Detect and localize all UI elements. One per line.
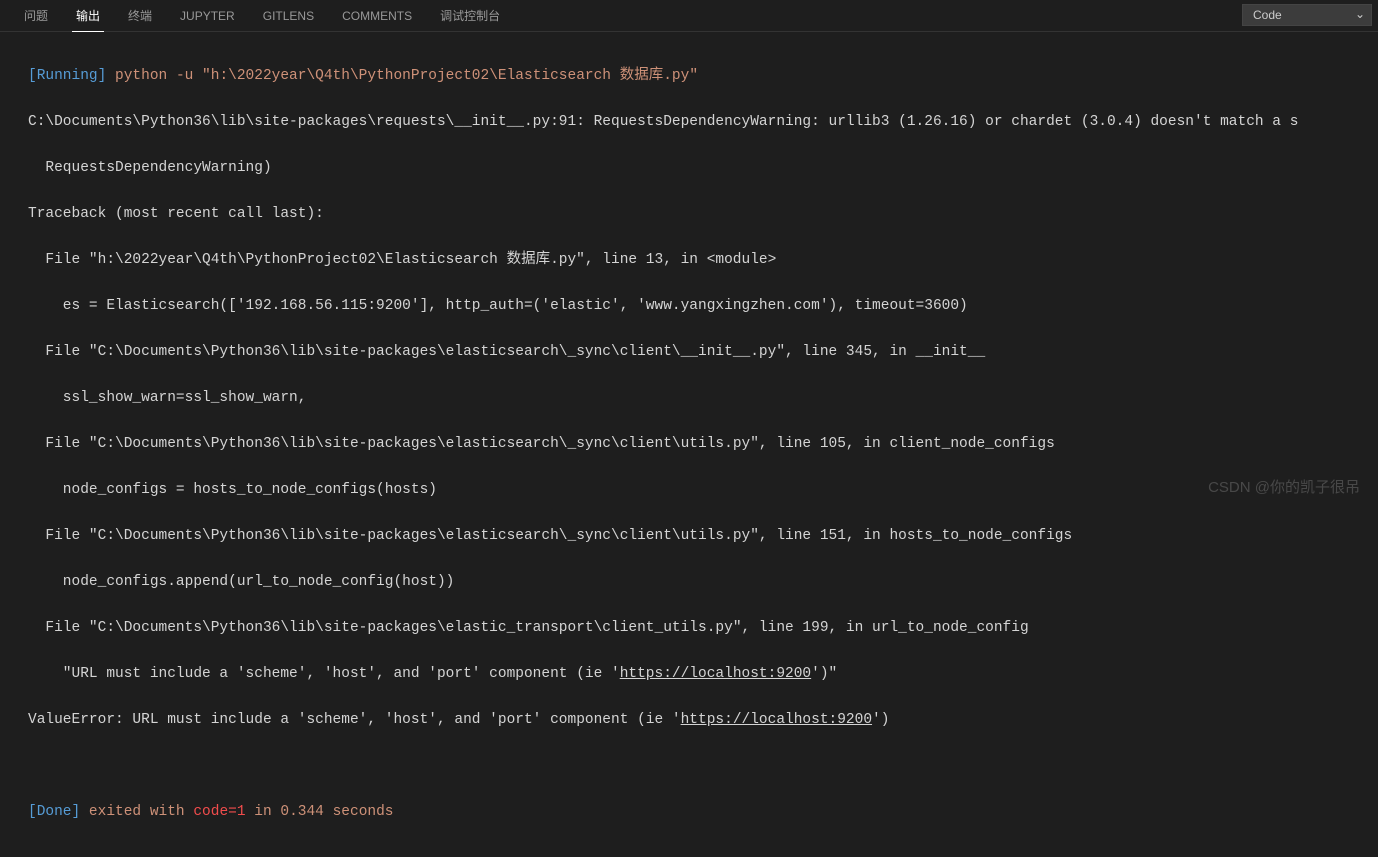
panel-tabs: 问题 输出 终端 JUPYTER GITLENS COMMENTS 调试控制台 … <box>0 0 1378 32</box>
done-text: exited with <box>80 804 193 820</box>
done-time: 0.344 seconds <box>280 804 393 820</box>
output-line: ssl_show_warn=ssl_show_warn, <box>28 387 1350 410</box>
tab-debug-console[interactable]: 调试控制台 <box>426 0 514 31</box>
tab-terminal[interactable]: 终端 <box>114 0 166 31</box>
done-text: in <box>246 804 281 820</box>
tab-jupyter[interactable]: JUPYTER <box>166 2 249 30</box>
watermark: CSDN @你的凯子很吊 <box>1208 476 1360 497</box>
output-line: RequestsDependencyWarning) <box>28 157 1350 180</box>
tab-comments[interactable]: COMMENTS <box>328 2 426 30</box>
output-panel[interactable]: [Running] python -u "h:\2022year\Q4th\Py… <box>0 32 1378 857</box>
output-line: File "C:\Documents\Python36\lib\site-pac… <box>28 525 1350 548</box>
output-line: File "C:\Documents\Python36\lib\site-pac… <box>28 433 1350 456</box>
output-line: File "C:\Documents\Python36\lib\site-pac… <box>28 617 1350 640</box>
output-line: "URL must include a 'scheme', 'host', an… <box>28 663 1350 686</box>
output-line: File "h:\2022year\Q4th\PythonProject02\E… <box>28 249 1350 272</box>
url-link[interactable]: https://localhost:9200 <box>681 712 872 728</box>
url-link[interactable]: https://localhost:9200 <box>620 666 811 682</box>
running-label: [Running] <box>28 68 106 84</box>
tab-problems[interactable]: 问题 <box>10 0 62 31</box>
tab-gitlens[interactable]: GITLENS <box>249 2 328 30</box>
output-line: node_configs.append(url_to_node_config(h… <box>28 571 1350 594</box>
running-command: python -u "h:\2022year\Q4th\PythonProjec… <box>106 68 698 84</box>
output-line: node_configs = hosts_to_node_configs(hos… <box>28 479 1350 502</box>
output-line: ValueError: URL must include a 'scheme',… <box>28 709 1350 732</box>
exit-code: code=1 <box>193 804 245 820</box>
output-line: C:\Documents\Python36\lib\site-packages\… <box>28 111 1350 134</box>
output-line: Traceback (most recent call last): <box>28 203 1350 226</box>
output-source-dropdown[interactable]: Code <box>1242 4 1372 26</box>
done-label: [Done] <box>28 804 80 820</box>
output-line: File "C:\Documents\Python36\lib\site-pac… <box>28 341 1350 364</box>
output-line: es = Elasticsearch(['192.168.56.115:9200… <box>28 295 1350 318</box>
tab-output[interactable]: 输出 <box>62 0 114 31</box>
